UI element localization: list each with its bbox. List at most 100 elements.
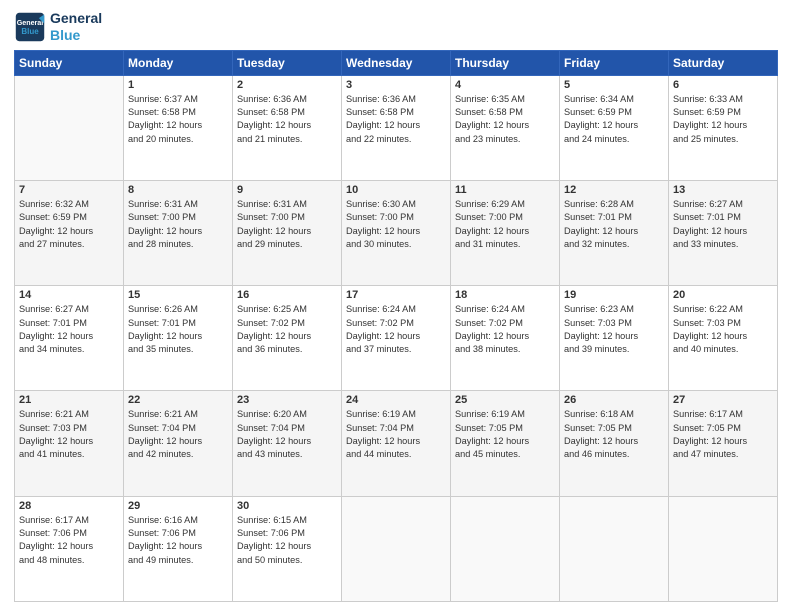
calendar-header-row: SundayMondayTuesdayWednesdayThursdayFrid… (15, 50, 778, 75)
calendar-cell: 27Sunrise: 6:17 AM Sunset: 7:05 PM Dayli… (669, 391, 778, 496)
day-info: Sunrise: 6:35 AM Sunset: 6:58 PM Dayligh… (455, 93, 555, 146)
day-info: Sunrise: 6:37 AM Sunset: 6:58 PM Dayligh… (128, 93, 228, 146)
calendar-cell (342, 496, 451, 601)
calendar-cell: 16Sunrise: 6:25 AM Sunset: 7:02 PM Dayli… (233, 286, 342, 391)
day-number: 5 (564, 79, 664, 91)
day-info: Sunrise: 6:32 AM Sunset: 6:59 PM Dayligh… (19, 198, 119, 251)
calendar-cell: 24 Sunrise: 6:19 AM Sunset: 7:04 PM Dayli… (342, 391, 451, 496)
day-number: 1 (128, 79, 228, 91)
day-info: Sunrise: 6:15 AM Sunset: 7:06 PM Dayligh… (237, 514, 337, 567)
day-number: 29 (128, 500, 228, 512)
calendar-cell: 1 Sunrise: 6:37 AM Sunset: 6:58 PM Daylig… (124, 75, 233, 180)
logo: General Blue General Blue (14, 10, 102, 44)
page: General Blue General Blue SundayMondayTu… (0, 0, 792, 612)
day-number: 21 (19, 394, 119, 406)
day-info: Sunrise: 6:30 AM Sunset: 7:00 PM Dayligh… (346, 198, 446, 251)
day-info: Sunrise: 6:27 AM Sunset: 7:01 PM Dayligh… (673, 198, 773, 251)
calendar-week-2: 7 Sunrise: 6:32 AM Sunset: 6:59 PM Daylig… (15, 180, 778, 285)
day-info: Sunrise: 6:20 AM Sunset: 7:04 PM Dayligh… (237, 408, 337, 461)
calendar-week-5: 28 Sunrise: 6:17 AM Sunset: 7:06 PM Dayli… (15, 496, 778, 601)
svg-text:Blue: Blue (21, 27, 39, 36)
weekday-header-saturday: Saturday (669, 50, 778, 75)
day-info: Sunrise: 6:26 AM Sunset: 7:01 PM Dayligh… (128, 303, 228, 356)
calendar-cell: 9Sunrise: 6:31 AM Sunset: 7:00 PM Daylig… (233, 180, 342, 285)
logo-text: General Blue (50, 10, 102, 44)
svg-text:General: General (17, 19, 44, 27)
day-info: Sunrise: 6:17 AM Sunset: 7:06 PM Dayligh… (19, 514, 119, 567)
calendar-cell: 6 Sunrise: 6:33 AM Sunset: 6:59 PM Daylig… (669, 75, 778, 180)
day-info: Sunrise: 6:22 AM Sunset: 7:03 PM Dayligh… (673, 303, 773, 356)
day-number: 25 (455, 394, 555, 406)
day-number: 7 (19, 184, 119, 196)
calendar-cell: 11 Sunrise: 6:29 AM Sunset: 7:00 PM Dayli… (451, 180, 560, 285)
calendar-cell: 21 Sunrise: 6:21 AM Sunset: 7:03 PM Dayli… (15, 391, 124, 496)
day-info: Sunrise: 6:31 AM Sunset: 7:00 PM Dayligh… (128, 198, 228, 251)
calendar-cell: 14Sunrise: 6:27 AM Sunset: 7:01 PM Dayli… (15, 286, 124, 391)
day-number: 30 (237, 500, 337, 512)
day-info: Sunrise: 6:21 AM Sunset: 7:04 PM Dayligh… (128, 408, 228, 461)
day-info: Sunrise: 6:27 AM Sunset: 7:01 PM Dayligh… (19, 303, 119, 356)
day-number: 15 (128, 289, 228, 301)
calendar-cell (15, 75, 124, 180)
day-number: 22 (128, 394, 228, 406)
weekday-header-monday: Monday (124, 50, 233, 75)
day-info: Sunrise: 6:23 AM Sunset: 7:03 PM Dayligh… (564, 303, 664, 356)
day-info: Sunrise: 6:21 AM Sunset: 7:03 PM Dayligh… (19, 408, 119, 461)
calendar-table: SundayMondayTuesdayWednesdayThursdayFrid… (14, 50, 778, 602)
calendar-cell: 12Sunrise: 6:28 AM Sunset: 7:01 PM Dayli… (560, 180, 669, 285)
day-number: 19 (564, 289, 664, 301)
weekday-header-thursday: Thursday (451, 50, 560, 75)
day-number: 3 (346, 79, 446, 91)
day-number: 6 (673, 79, 773, 91)
calendar-cell: 25Sunrise: 6:19 AM Sunset: 7:05 PM Dayli… (451, 391, 560, 496)
day-number: 28 (19, 500, 119, 512)
calendar-cell: 28 Sunrise: 6:17 AM Sunset: 7:06 PM Dayli… (15, 496, 124, 601)
day-number: 8 (128, 184, 228, 196)
day-info: Sunrise: 6:17 AM Sunset: 7:05 PM Dayligh… (673, 408, 773, 461)
logo-icon: General Blue (14, 11, 46, 43)
day-number: 20 (673, 289, 773, 301)
day-info: Sunrise: 6:33 AM Sunset: 6:59 PM Dayligh… (673, 93, 773, 146)
day-info: Sunrise: 6:16 AM Sunset: 7:06 PM Dayligh… (128, 514, 228, 567)
day-info: Sunrise: 6:24 AM Sunset: 7:02 PM Dayligh… (346, 303, 446, 356)
calendar-cell: 2 Sunrise: 6:36 AM Sunset: 6:58 PM Daylig… (233, 75, 342, 180)
weekday-header-tuesday: Tuesday (233, 50, 342, 75)
calendar-cell: 26Sunrise: 6:18 AM Sunset: 7:05 PM Dayli… (560, 391, 669, 496)
calendar-cell: 5 Sunrise: 6:34 AM Sunset: 6:59 PM Daylig… (560, 75, 669, 180)
calendar-cell: 30 Sunrise: 6:15 AM Sunset: 7:06 PM Dayli… (233, 496, 342, 601)
day-number: 11 (455, 184, 555, 196)
day-info: Sunrise: 6:36 AM Sunset: 6:58 PM Dayligh… (346, 93, 446, 146)
day-number: 13 (673, 184, 773, 196)
calendar-cell: 10Sunrise: 6:30 AM Sunset: 7:00 PM Dayli… (342, 180, 451, 285)
day-number: 9 (237, 184, 337, 196)
day-number: 12 (564, 184, 664, 196)
calendar-week-4: 21 Sunrise: 6:21 AM Sunset: 7:03 PM Dayli… (15, 391, 778, 496)
day-info: Sunrise: 6:19 AM Sunset: 7:04 PM Dayligh… (346, 408, 446, 461)
calendar-cell: 17Sunrise: 6:24 AM Sunset: 7:02 PM Dayli… (342, 286, 451, 391)
calendar-cell: 4 Sunrise: 6:35 AM Sunset: 6:58 PM Daylig… (451, 75, 560, 180)
day-info: Sunrise: 6:24 AM Sunset: 7:02 PM Dayligh… (455, 303, 555, 356)
calendar-cell: 3 Sunrise: 6:36 AM Sunset: 6:58 PM Daylig… (342, 75, 451, 180)
calendar-week-1: 1 Sunrise: 6:37 AM Sunset: 6:58 PM Daylig… (15, 75, 778, 180)
day-info: Sunrise: 6:29 AM Sunset: 7:00 PM Dayligh… (455, 198, 555, 251)
day-number: 4 (455, 79, 555, 91)
calendar-cell: 22 Sunrise: 6:21 AM Sunset: 7:04 PM Dayli… (124, 391, 233, 496)
day-number: 2 (237, 79, 337, 91)
calendar-cell: 7 Sunrise: 6:32 AM Sunset: 6:59 PM Daylig… (15, 180, 124, 285)
day-number: 26 (564, 394, 664, 406)
calendar-cell (669, 496, 778, 601)
calendar-cell: 29 Sunrise: 6:16 AM Sunset: 7:06 PM Dayli… (124, 496, 233, 601)
day-info: Sunrise: 6:25 AM Sunset: 7:02 PM Dayligh… (237, 303, 337, 356)
day-number: 23 (237, 394, 337, 406)
day-number: 24 (346, 394, 446, 406)
day-info: Sunrise: 6:36 AM Sunset: 6:58 PM Dayligh… (237, 93, 337, 146)
day-info: Sunrise: 6:34 AM Sunset: 6:59 PM Dayligh… (564, 93, 664, 146)
day-number: 18 (455, 289, 555, 301)
calendar-cell (451, 496, 560, 601)
weekday-header-friday: Friday (560, 50, 669, 75)
weekday-header-sunday: Sunday (15, 50, 124, 75)
calendar-cell (560, 496, 669, 601)
calendar-cell: 19 Sunrise: 6:23 AM Sunset: 7:03 PM Dayli… (560, 286, 669, 391)
calendar-cell: 13 Sunrise: 6:27 AM Sunset: 7:01 PM Dayli… (669, 180, 778, 285)
header: General Blue General Blue (14, 10, 778, 44)
